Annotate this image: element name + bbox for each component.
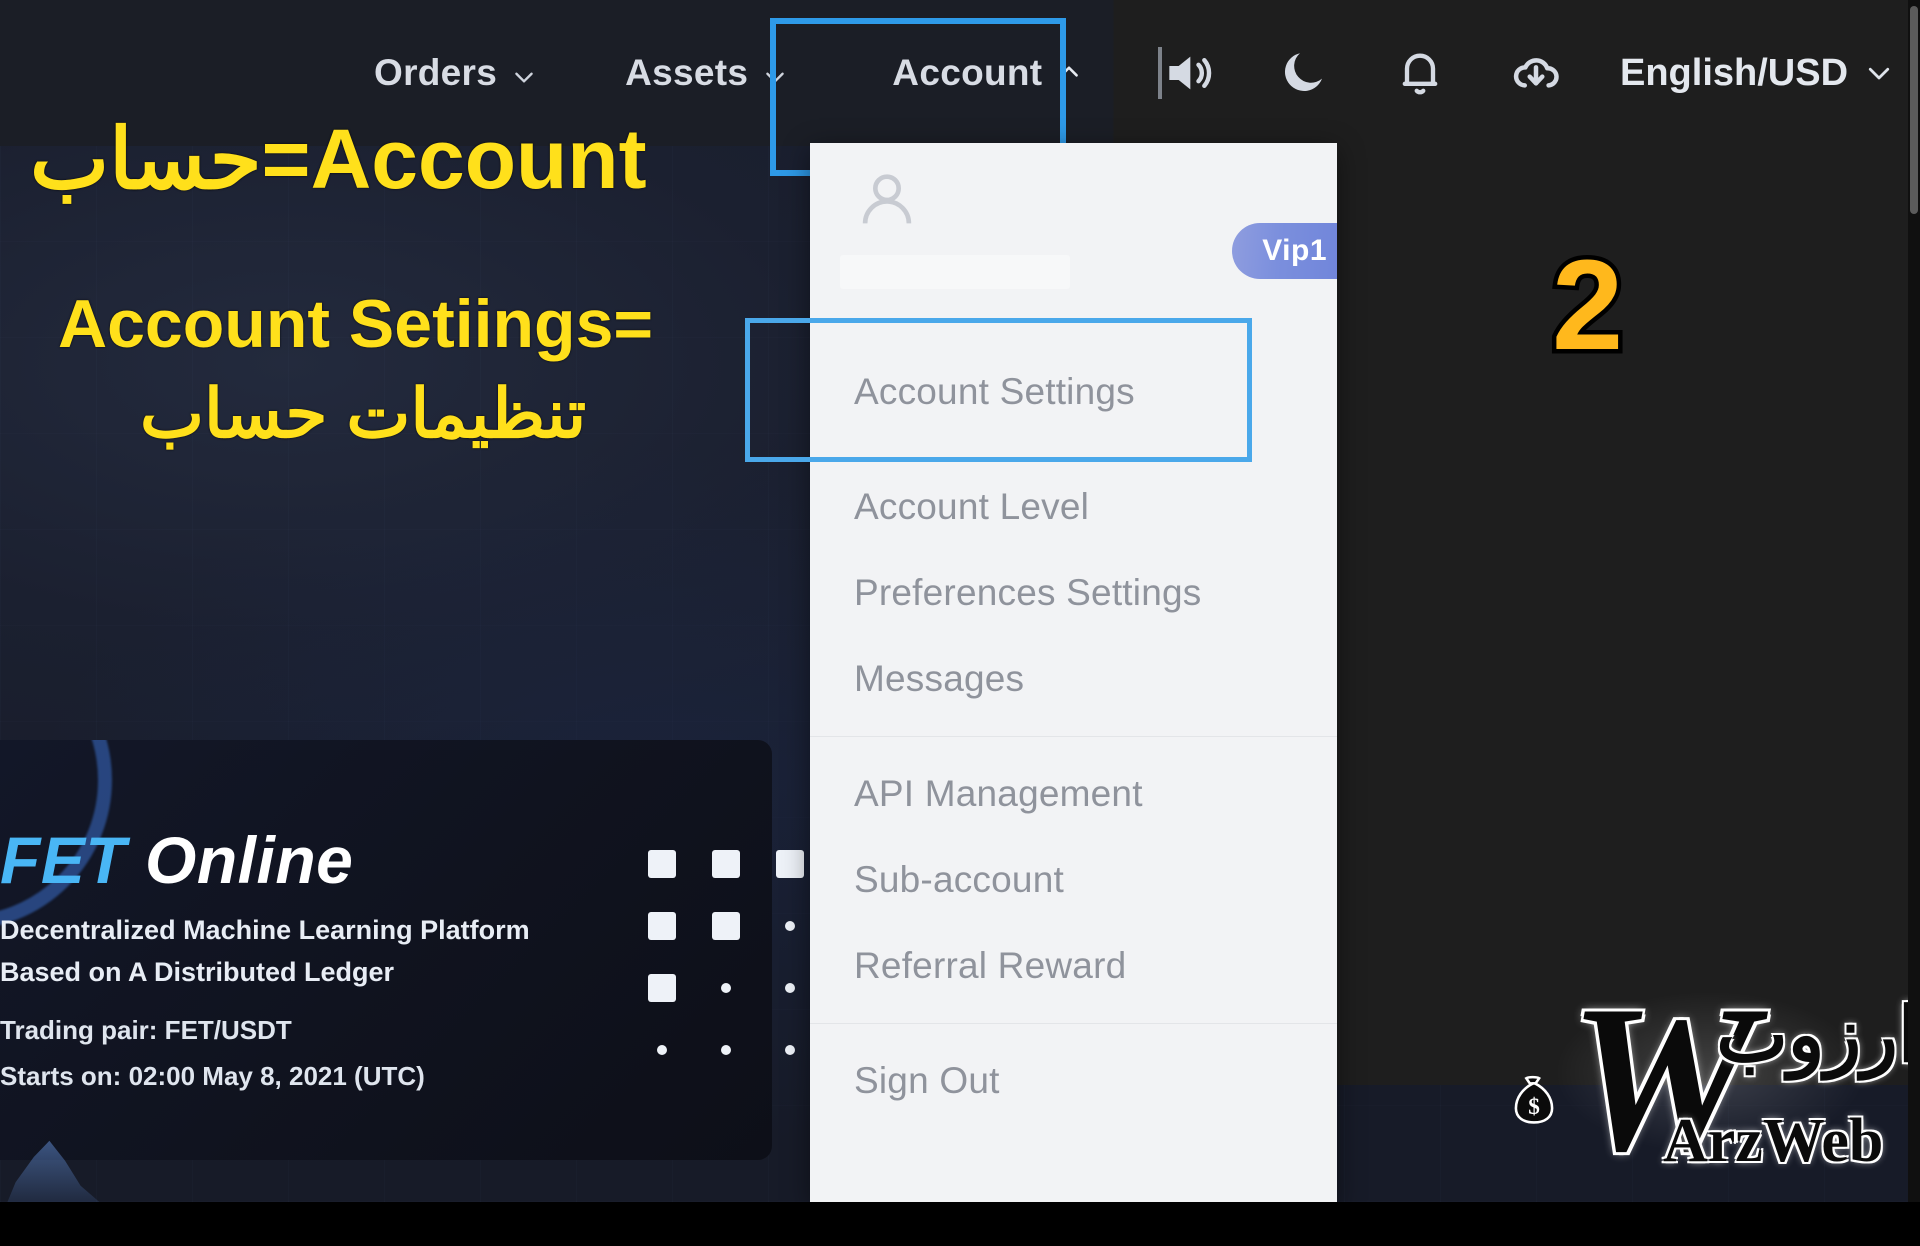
dropdown-item-label: Account Level (854, 486, 1090, 527)
dropdown-item-preferences-settings[interactable]: Preferences Settings (810, 550, 1337, 636)
dot-matrix-cell (785, 1045, 795, 1055)
promo-title: FET Online (0, 822, 353, 898)
promo-subtitle: Decentralized Machine Learning Platform … (0, 910, 530, 994)
dot-matrix-cell (657, 1045, 667, 1055)
chevron-down-icon (762, 64, 788, 90)
annotation-account-settings-arabic: تنظیمات حساب (140, 376, 587, 452)
language-currency-selector[interactable]: English/USD (1620, 0, 1894, 146)
dropdown-item-label: Referral Reward (854, 945, 1127, 986)
dot-matrix-cell (648, 974, 676, 1002)
chevron-up-icon (1056, 58, 1082, 84)
dropdown-item-label: API Management (854, 773, 1143, 814)
page-scrollbar[interactable] (1908, 0, 1920, 1246)
speaker-icon[interactable] (1130, 0, 1246, 146)
dot-matrix-cell (712, 912, 740, 940)
annotation-account: Account=حساب (30, 112, 647, 206)
bell-icon[interactable] (1362, 0, 1478, 146)
moon-icon[interactable] (1246, 0, 1362, 146)
dropdown-item-label: Sub-account (854, 859, 1064, 900)
chevron-down-icon (511, 64, 537, 90)
dropdown-item-account-level[interactable]: Account Level (810, 464, 1337, 550)
nav-item-orders-label: Orders (374, 52, 498, 93)
dot-matrix-cell (785, 983, 795, 993)
nav-item-assets-label: Assets (625, 52, 749, 93)
dot-matrix-cell (648, 850, 676, 878)
nav-item-account-label: Account (892, 52, 1043, 93)
download-cloud-icon[interactable] (1478, 0, 1594, 146)
right-dark-panel (1336, 0, 1920, 1085)
scrollbar-thumb[interactable] (1910, 6, 1918, 214)
account-dropdown-menu: Vip1 Account Settings Account Level Pref… (810, 143, 1337, 1203)
dot-matrix-cell (785, 921, 795, 931)
avatar-icon (852, 165, 922, 235)
language-currency-label: English/USD (1620, 51, 1849, 94)
dropdown-user-header: Vip1 (810, 143, 1337, 320)
promo-starts-on: Starts on: 02:00 May 8, 2021 (UTC) (0, 1060, 425, 1091)
annotation-account-settings: Account Setiings= (58, 286, 654, 362)
promo-trading-pair: Trading pair: FET/USDT (0, 1015, 292, 1045)
bottom-black-band (0, 1202, 1920, 1246)
dot-matrix-cell (776, 850, 804, 878)
promo-subtitle-line1: Decentralized Machine Learning Platform (0, 915, 530, 945)
dropdown-separator (810, 736, 1337, 737)
screenshot-root: FET Online Decentralized Machine Learnin… (0, 0, 1920, 1246)
dot-matrix-cell (648, 912, 676, 940)
promo-meta: Trading pair: FET/USDT Starts on: 02:00 … (0, 1008, 425, 1099)
dropdown-item-referral-reward[interactable]: Referral Reward (810, 923, 1337, 1009)
dropdown-separator (810, 1023, 1337, 1024)
dropdown-item-label: Sign Out (854, 1060, 1000, 1101)
promo-subtitle-line2: Based on A Distributed Ledger (0, 956, 395, 987)
promo-brand: FET (0, 823, 127, 897)
dropdown-item-label: Account Settings (854, 371, 1135, 412)
dropdown-item-api-management[interactable]: API Management (810, 751, 1337, 837)
step-number-badge: 2 (1547, 234, 1627, 377)
dropdown-item-sub-account[interactable]: Sub-account (810, 837, 1337, 923)
promo-title-rest: Online (126, 823, 354, 897)
user-email-redacted (840, 255, 1070, 289)
dropdown-item-list: Account Settings Account Level Preferenc… (810, 320, 1337, 1124)
chevron-down-icon (1864, 58, 1894, 88)
navbar-icon-group (1130, 0, 1594, 146)
dropdown-item-sign-out[interactable]: Sign Out (810, 1038, 1337, 1124)
vip-badge: Vip1 (1232, 223, 1337, 279)
dropdown-item-messages[interactable]: Messages (810, 636, 1337, 722)
dot-matrix-cell (712, 850, 740, 878)
dot-matrix-cell (721, 1045, 731, 1055)
dropdown-item-label: Preferences Settings (854, 572, 1202, 613)
dot-matrix-cell (721, 983, 731, 993)
dropdown-item-label: Messages (854, 658, 1025, 699)
dropdown-item-account-settings[interactable]: Account Settings (810, 320, 1337, 464)
nav-item-account[interactable]: Account (832, 0, 1122, 146)
